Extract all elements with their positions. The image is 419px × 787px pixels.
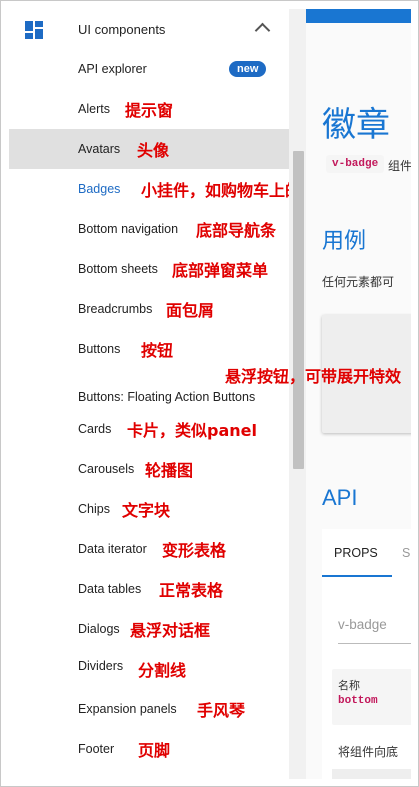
sidebar-item-data-iterator[interactable]: Data iterator 变形表格 (9, 529, 289, 569)
tab-slots[interactable]: S (402, 546, 410, 560)
scrollbar-thumb[interactable] (293, 151, 304, 469)
annotation-note: 卡片，类似panel (127, 421, 257, 440)
sidebar-item-label: Cards (78, 422, 112, 436)
annotation-note: 头像 (137, 141, 170, 160)
annotation-note: 悬浮按钮，可带展开特效 (225, 367, 402, 386)
usage-heading: 用例 (322, 228, 367, 253)
annotation-note: 文字块 (122, 501, 171, 520)
api-heading: API (322, 485, 358, 510)
window-frame: UI components API explorer new Alerts 提示… (0, 0, 419, 787)
sidebar-item-label: Alerts (78, 102, 110, 116)
annotation-note: 按钮 (141, 341, 174, 360)
annotation-note: 轮播图 (145, 461, 194, 480)
sidebar-item-avatars[interactable]: Avatars 头像 (9, 129, 289, 169)
sidebar-item-label: Data iterator (78, 542, 147, 556)
tab-props[interactable]: PROPS (334, 546, 378, 560)
main-content: 徽章 v-badge 组件 用例 任何元素都可 API PROPS S v-ba… (306, 9, 411, 779)
sidebar-item-label: API explorer (78, 62, 147, 76)
sidebar-item-footer[interactable]: Footer 页脚 (9, 729, 289, 769)
sidebar-item-expansion-panels[interactable]: Expansion panels 手风琴 (9, 689, 289, 729)
ui-components-group-header[interactable]: UI components (9, 9, 289, 49)
dashboard-icon (25, 21, 43, 39)
prop-description: 将组件向底 (338, 745, 399, 759)
sidebar-item-label: Buttons: Floating Action Buttons (78, 390, 256, 404)
sidebar-item-dialogs[interactable]: Dialogs 悬浮对话框 (9, 609, 289, 649)
sidebar-item-label: Buttons (78, 342, 121, 356)
annotation-note: 正常表格 (159, 581, 224, 600)
app-toolbar (306, 9, 411, 23)
sidebar-item-alerts[interactable]: Alerts 提示窗 (9, 89, 289, 129)
annotation-note: 悬浮对话框 (130, 621, 211, 640)
annotation-note: 手风琴 (197, 701, 246, 720)
sidebar-item-label: Bottom navigation (78, 222, 179, 236)
component-description: 组件 (388, 159, 411, 173)
select-underline (338, 643, 411, 644)
sidebar-scrollbar[interactable] (289, 9, 306, 779)
sidebar-item-label: Avatars (78, 142, 121, 156)
sidebar-item-label: Data tables (78, 582, 142, 596)
component-tag: v-badge (326, 155, 385, 173)
component-select[interactable]: v-badge (338, 617, 387, 632)
annotation-note: 页脚 (138, 741, 171, 760)
sidebar-item-label: Dividers (78, 659, 124, 673)
sidebar-item-label: Carousels (78, 462, 135, 476)
sidebar-item-label: Breadcrumbs (78, 302, 153, 316)
prop-name: bottom (338, 695, 378, 707)
sidebar-item-label: Footer (78, 742, 115, 756)
new-badge: new (229, 61, 267, 77)
sidebar-item-badges[interactable]: Badges 小挂件，如购物车上的数字 (9, 169, 289, 209)
annotation-note: 小挂件，如购物车上的数字 (141, 181, 289, 200)
sidebar: UI components API explorer new Alerts 提示… (9, 9, 289, 779)
sidebar-item-carousels[interactable]: Carousels 轮播图 (9, 449, 289, 489)
page-title: 徽章 (322, 106, 390, 144)
annotation-note: 变形表格 (162, 541, 227, 560)
annotation-note: 提示窗 (125, 101, 174, 120)
sidebar-item-label: Dialogs (78, 622, 120, 636)
sidebar-item-label: Badges (78, 182, 121, 196)
annotation-note: 底部导航条 (196, 221, 277, 240)
props-header-row: 名称 bottom (332, 669, 411, 725)
sidebar-item-api-explorer[interactable]: API explorer new (9, 49, 289, 89)
sidebar-item-breadcrumbs[interactable]: Breadcrumbs 面包屑 (9, 289, 289, 329)
annotation-note: 分割线 (138, 661, 187, 680)
api-tabs: PROPS S (322, 529, 411, 578)
sidebar-item-label: Chips (78, 502, 110, 516)
sidebar-item-cards[interactable]: Cards 卡片，类似panel (9, 409, 289, 449)
sidebar-item-dividers[interactable]: Dividers 分割线 (9, 649, 289, 689)
sidebar-item-bottom-navigation[interactable]: Bottom navigation 底部导航条 (9, 209, 289, 249)
usage-text: 任何元素都可 (322, 275, 395, 289)
sidebar-item-bottom-sheets[interactable]: Bottom sheets 底部弹窗菜单 (9, 249, 289, 289)
sidebar-item-chips[interactable]: Chips 文字块 (9, 489, 289, 529)
name-column-header: 名称 (338, 680, 360, 692)
sidebar-item-label: Expansion panels (78, 702, 177, 716)
chevron-up-icon[interactable] (254, 22, 271, 39)
annotation-note: 面包屑 (166, 301, 215, 320)
api-panel: v-badge 名称 bottom 将组件向底 (322, 577, 411, 779)
group-title: UI components (78, 22, 166, 37)
sidebar-item-label: Bottom sheets (78, 262, 158, 276)
table-row (332, 769, 411, 779)
annotation-note: 底部弹窗菜单 (172, 261, 269, 280)
sidebar-item-data-tables[interactable]: Data tables 正常表格 (9, 569, 289, 609)
